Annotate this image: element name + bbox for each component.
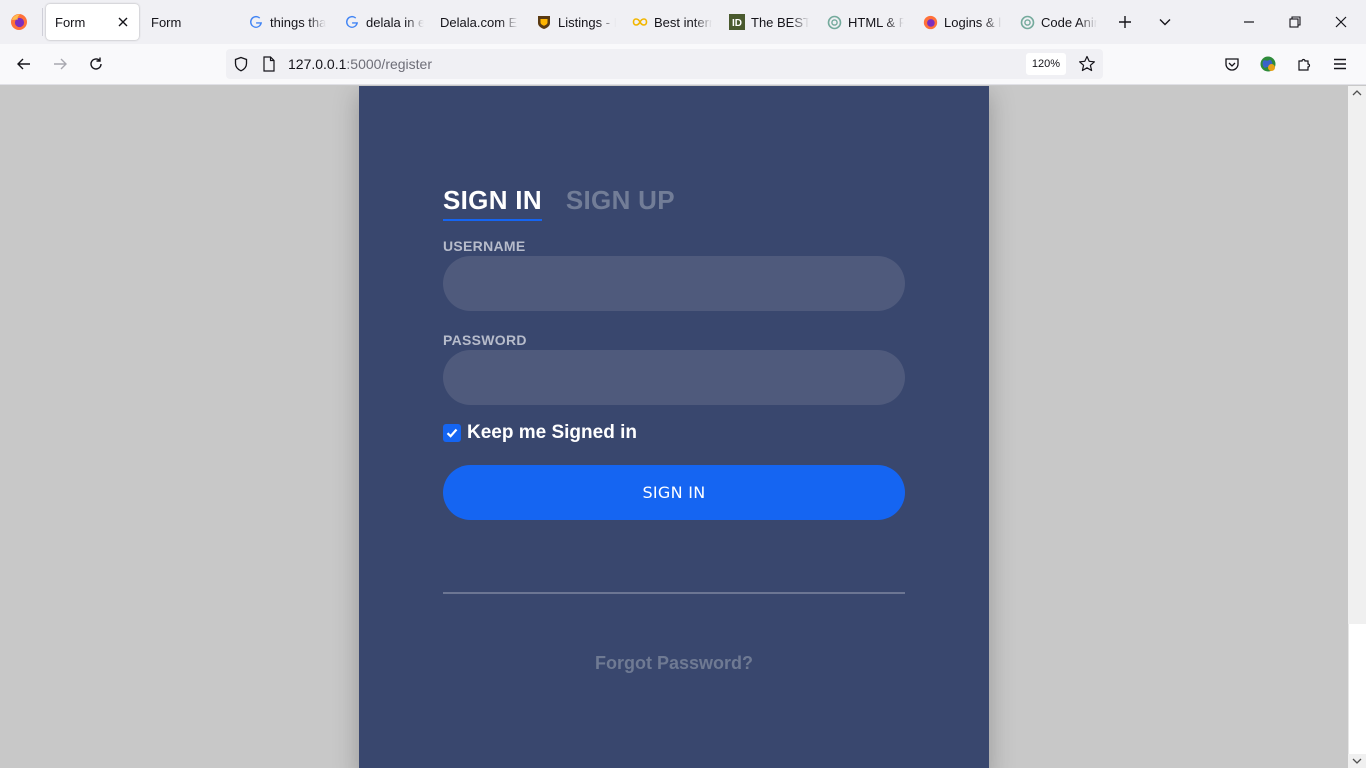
close-window-icon[interactable] xyxy=(1331,12,1351,32)
keep-signed-in-checkbox[interactable] xyxy=(443,424,461,442)
divider xyxy=(443,592,905,594)
url-bar[interactable]: 127.0.0.1:5000/register 120% xyxy=(226,49,1103,79)
restore-icon[interactable] xyxy=(1285,12,1305,32)
tab-best-internet[interactable]: Best intern xyxy=(632,4,712,40)
pocket-icon[interactable] xyxy=(1222,54,1242,74)
svg-text:ID: ID xyxy=(732,18,742,29)
tab-html[interactable]: HTML & F xyxy=(826,4,904,40)
keep-signed-in-label: Keep me Signed in xyxy=(467,422,637,443)
scrollbar-thumb[interactable] xyxy=(1348,624,1366,754)
ups-icon xyxy=(536,14,552,30)
login-card: SIGN IN SIGN UP USERNAME PASSWORD Keep m… xyxy=(359,86,989,768)
vertical-scrollbar[interactable] xyxy=(1348,86,1366,768)
openai-icon xyxy=(1019,14,1035,30)
url-host: 127.0.0.1 xyxy=(288,56,347,72)
bookmark-star-icon[interactable] xyxy=(1078,55,1096,73)
page-viewport: SIGN IN SIGN UP USERNAME PASSWORD Keep m… xyxy=(0,86,1348,768)
tab-label: Form xyxy=(55,14,86,30)
password-input[interactable] xyxy=(443,350,905,405)
page-icon[interactable] xyxy=(262,56,276,72)
infinity-icon xyxy=(632,14,648,30)
tab-separator xyxy=(42,8,43,36)
tab-label: Form xyxy=(151,14,182,30)
tab-google-things[interactable]: things tha xyxy=(248,4,326,40)
extensions-puzzle-icon[interactable] xyxy=(1294,54,1314,74)
navigation-toolbar: 127.0.0.1:5000/register 120% xyxy=(0,44,1366,85)
openai-icon xyxy=(826,14,842,30)
hamburger-menu-icon[interactable] xyxy=(1330,54,1350,74)
tab-the-best[interactable]: ID The BEST 3 xyxy=(729,4,809,40)
tab-google-delala[interactable]: delala in e xyxy=(344,4,424,40)
checkmark-icon xyxy=(446,428,458,438)
tab-logins[interactable]: Logins & l xyxy=(922,4,1002,40)
list-all-tabs-icon[interactable] xyxy=(1155,12,1175,32)
sign-in-button[interactable]: SIGN IN xyxy=(443,465,905,520)
firefox-icon xyxy=(922,14,938,30)
tab-sign-up[interactable]: SIGN UP xyxy=(566,185,675,219)
minimize-icon[interactable] xyxy=(1239,12,1259,32)
keep-signed-in-row[interactable]: Keep me Signed in xyxy=(443,422,637,444)
zoom-level-button[interactable]: 120% xyxy=(1026,53,1066,75)
id-icon: ID xyxy=(729,14,745,30)
tab-form-active[interactable]: Form xyxy=(46,4,139,40)
tab-delala-com[interactable]: Delala.com Et xyxy=(440,4,518,40)
shield-icon[interactable] xyxy=(233,56,249,72)
forgot-password-link[interactable]: Forgot Password? xyxy=(443,653,905,674)
tab-sign-in[interactable]: SIGN IN xyxy=(443,185,542,221)
google-icon xyxy=(248,14,264,30)
tab-code-animation[interactable]: Code Anin xyxy=(1019,4,1097,40)
forward-icon[interactable] xyxy=(50,54,70,74)
google-icon xyxy=(344,14,360,30)
password-label: PASSWORD xyxy=(443,332,527,348)
username-input[interactable] xyxy=(443,256,905,311)
close-tab-icon[interactable] xyxy=(115,14,131,30)
scroll-down-icon[interactable] xyxy=(1352,756,1362,766)
scroll-up-icon[interactable] xyxy=(1352,88,1362,98)
tab-listings[interactable]: Listings - I xyxy=(536,4,616,40)
tab-form[interactable]: Form xyxy=(151,4,231,40)
url-path: :5000/register xyxy=(346,56,432,72)
browser-tab-bar: Form Form things tha delala in e Delala.… xyxy=(0,0,1366,44)
back-icon[interactable] xyxy=(14,54,34,74)
firefox-menu-icon[interactable] xyxy=(10,13,28,31)
auth-tabs: SIGN IN SIGN UP xyxy=(443,185,675,221)
new-tab-icon[interactable] xyxy=(1115,12,1135,32)
url-text[interactable]: 127.0.0.1:5000/register xyxy=(288,56,432,72)
reload-icon[interactable] xyxy=(86,54,106,74)
extension-globe-icon[interactable] xyxy=(1258,54,1278,74)
username-label: USERNAME xyxy=(443,238,526,254)
